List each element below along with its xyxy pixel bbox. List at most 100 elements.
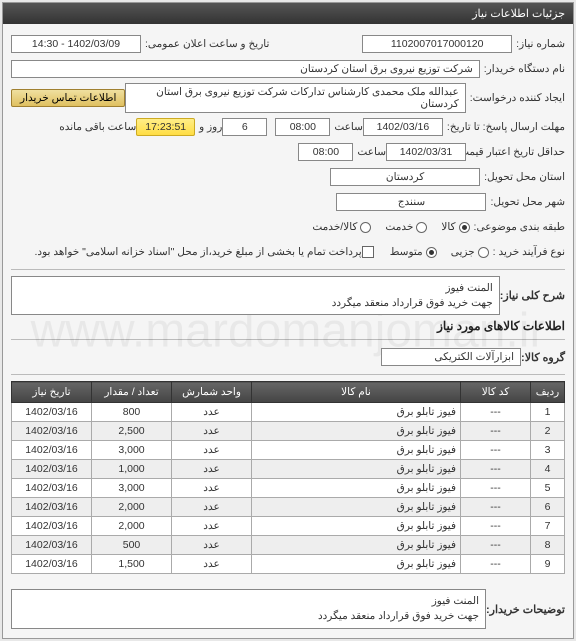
th-date: تاریخ نیاز bbox=[12, 382, 92, 403]
notes-label: توضیحات خریدار: bbox=[486, 603, 565, 616]
row-price-valid: حداقل تاریخ اعتبار قیمت تا تاریخ: 1402/0… bbox=[11, 141, 565, 163]
cell-n: 3 bbox=[531, 441, 565, 460]
deadline-date-field: 1402/03/16 bbox=[363, 118, 443, 136]
row-province: استان محل تحویل: کردستان bbox=[11, 166, 565, 188]
radio-icon bbox=[416, 222, 427, 233]
deadline-time-label: ساعت bbox=[334, 121, 363, 133]
row-city: شهر محل تحویل: سنندج bbox=[11, 191, 565, 213]
treasury-check-label: پرداخت تمام یا بخشی از مبلغ خرید،از محل … bbox=[35, 246, 362, 258]
price-valid-date-field: 1402/03/31 bbox=[386, 143, 466, 161]
cell-name: فیوز تابلو برق bbox=[252, 403, 461, 422]
cell-unit: عدد bbox=[172, 460, 252, 479]
group-field: ابزارآلات الکتریکی bbox=[381, 348, 521, 366]
main-panel: جزئیات اطلاعات نیاز www.mardomanjoman.ir… bbox=[2, 2, 574, 639]
cell-code: --- bbox=[461, 422, 531, 441]
cell-unit: عدد bbox=[172, 422, 252, 441]
topic-service-radio[interactable]: خدمت bbox=[385, 221, 427, 233]
cell-n: 4 bbox=[531, 460, 565, 479]
cell-name: فیوز تابلو برق bbox=[252, 479, 461, 498]
desc-text: المنت فیوز جهت خرید فوق قرارداد منعقد می… bbox=[11, 276, 500, 315]
price-valid-label: حداقل تاریخ اعتبار قیمت تا تاریخ: bbox=[470, 146, 565, 158]
table-row: 7---فیوز تابلو برقعدد2,0001402/03/16 bbox=[12, 517, 565, 536]
contact-button[interactable]: اطلاعات تماس خریدار bbox=[11, 89, 125, 107]
cell-qty: 3,000 bbox=[92, 441, 172, 460]
cell-date: 1402/03/16 bbox=[12, 555, 92, 574]
ann-date-label: تاریخ و ساعت اعلان عمومی: bbox=[145, 38, 269, 50]
cell-unit: عدد bbox=[172, 536, 252, 555]
goods-section-title: اطلاعات کالاهای مورد نیاز bbox=[11, 319, 565, 333]
form-area: www.mardomanjoman.ir شماره نیاز: 1102007… bbox=[3, 24, 573, 638]
topic-both-label: کالا/خدمت bbox=[312, 221, 357, 233]
table-row: 3---فیوز تابلو برقعدد3,0001402/03/16 bbox=[12, 441, 565, 460]
cell-n: 7 bbox=[531, 517, 565, 536]
creator-label: ایجاد کننده درخواست: bbox=[470, 92, 565, 104]
cell-unit: عدد bbox=[172, 498, 252, 517]
cell-unit: عدد bbox=[172, 555, 252, 574]
cell-unit: عدد bbox=[172, 441, 252, 460]
cell-n: 2 bbox=[531, 422, 565, 441]
cell-qty: 1,000 bbox=[92, 460, 172, 479]
need-no-label: شماره نیاز: bbox=[516, 38, 565, 50]
creator-field: عبدالله ملک محمدی کارشناس تدارکات شرکت ت… bbox=[125, 83, 465, 113]
th-code: کد کالا bbox=[461, 382, 531, 403]
cell-name: فیوز تابلو برق bbox=[252, 498, 461, 517]
row-creator: ایجاد کننده درخواست: عبدالله ملک محمدی ک… bbox=[11, 83, 565, 113]
province-field: کردستان bbox=[330, 168, 480, 186]
cell-qty: 800 bbox=[92, 403, 172, 422]
buyer-org-label: نام دستگاه خریدار: bbox=[484, 63, 565, 75]
buy-med-radio[interactable]: متوسط bbox=[390, 246, 437, 258]
cell-qty: 1,500 bbox=[92, 555, 172, 574]
cell-date: 1402/03/16 bbox=[12, 441, 92, 460]
cell-n: 5 bbox=[531, 479, 565, 498]
topic-both-radio[interactable]: کالا/خدمت bbox=[312, 221, 371, 233]
radio-icon bbox=[459, 222, 470, 233]
row-need-no: شماره نیاز: 1102007017000120 تاریخ و ساع… bbox=[11, 33, 565, 55]
cell-name: فیوز تابلو برق bbox=[252, 460, 461, 479]
ann-date-field: 1402/03/09 - 14:30 bbox=[11, 35, 141, 53]
row-buy-type: نوع فرآیند خرید : جزیی متوسط پرداخت تمام… bbox=[11, 241, 565, 263]
table-row: 1---فیوز تابلو برقعدد8001402/03/16 bbox=[12, 403, 565, 422]
buyer-org-field: شرکت توزیع نیروی برق استان کردستان bbox=[11, 60, 480, 78]
buy-small-radio[interactable]: جزیی bbox=[451, 246, 489, 258]
city-field: سنندج bbox=[336, 193, 486, 211]
goods-table: ردیف کد کالا نام کالا واحد شمارش تعداد /… bbox=[11, 381, 565, 574]
desc-label: شرح کلی نیاز: bbox=[500, 289, 565, 302]
radio-icon bbox=[360, 222, 371, 233]
cell-code: --- bbox=[461, 517, 531, 536]
radio-icon bbox=[426, 247, 437, 258]
table-row: 5---فیوز تابلو برقعدد3,0001402/03/16 bbox=[12, 479, 565, 498]
cell-date: 1402/03/16 bbox=[12, 479, 92, 498]
city-label: شهر محل تحویل: bbox=[490, 196, 565, 208]
cell-date: 1402/03/16 bbox=[12, 422, 92, 441]
topic-goods-radio[interactable]: کالا bbox=[441, 221, 469, 233]
treasury-checkbox[interactable] bbox=[362, 246, 374, 258]
buy-type-label: نوع فرآیند خرید : bbox=[493, 246, 565, 258]
days-field: 6 bbox=[222, 118, 267, 136]
row-desc: شرح کلی نیاز: المنت فیوز جهت خرید فوق قر… bbox=[11, 276, 565, 315]
cell-code: --- bbox=[461, 479, 531, 498]
divider bbox=[11, 339, 565, 340]
th-row: ردیف bbox=[531, 382, 565, 403]
topic-goods-label: کالا bbox=[441, 221, 455, 233]
countdown-badge: 17:23:51 bbox=[136, 118, 195, 136]
cell-date: 1402/03/16 bbox=[12, 536, 92, 555]
cell-date: 1402/03/16 bbox=[12, 460, 92, 479]
cell-date: 1402/03/16 bbox=[12, 498, 92, 517]
cell-name: فیوز تابلو برق bbox=[252, 422, 461, 441]
cell-code: --- bbox=[461, 536, 531, 555]
cell-code: --- bbox=[461, 460, 531, 479]
cell-n: 8 bbox=[531, 536, 565, 555]
countdown-label: ساعت باقی مانده bbox=[59, 121, 136, 133]
cell-name: فیوز تابلو برق bbox=[252, 441, 461, 460]
table-row: 8---فیوز تابلو برقعدد5001402/03/16 bbox=[12, 536, 565, 555]
cell-qty: 2,000 bbox=[92, 498, 172, 517]
divider bbox=[11, 269, 565, 270]
divider bbox=[11, 374, 565, 375]
cell-code: --- bbox=[461, 498, 531, 517]
topic-service-label: خدمت bbox=[385, 221, 413, 233]
cell-code: --- bbox=[461, 403, 531, 422]
cell-unit: عدد bbox=[172, 403, 252, 422]
cell-date: 1402/03/16 bbox=[12, 403, 92, 422]
panel-title: جزئیات اطلاعات نیاز bbox=[3, 3, 573, 24]
notes-line1: المنت فیوز bbox=[18, 594, 479, 609]
